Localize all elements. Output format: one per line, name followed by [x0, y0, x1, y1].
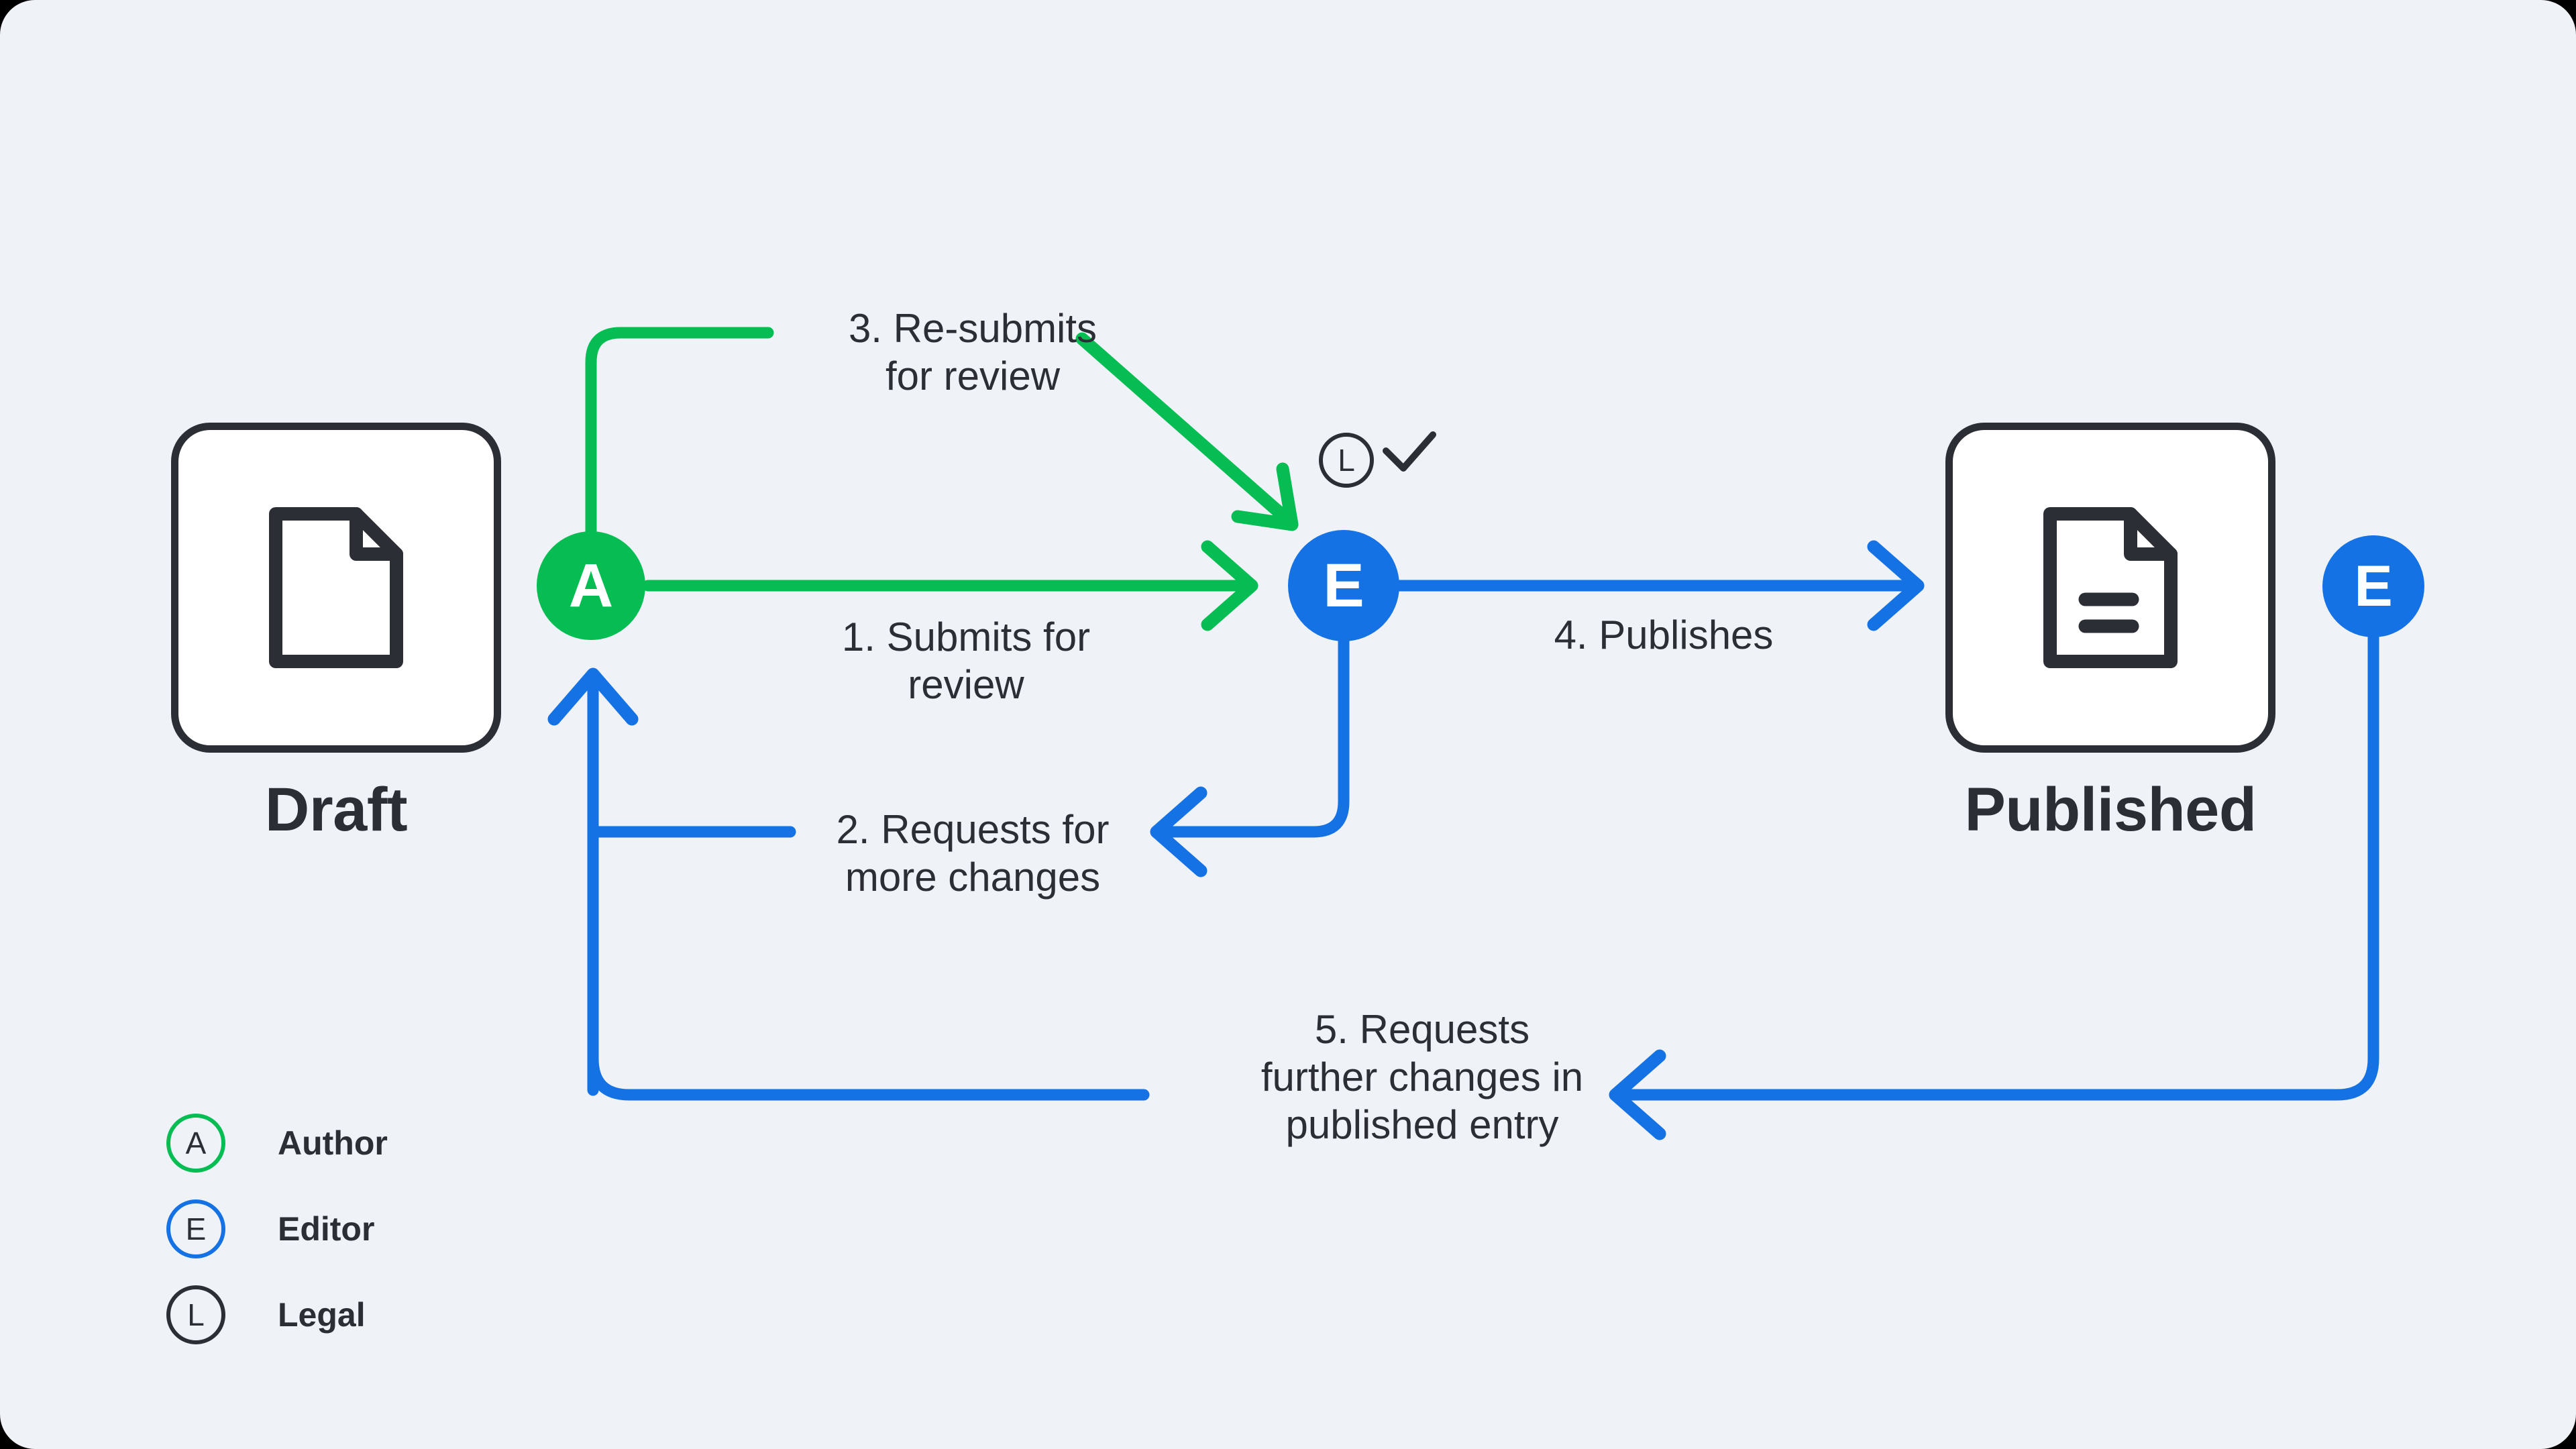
legend: A Author E Editor L Legal: [166, 1100, 388, 1358]
legend-chip-legal: L: [166, 1285, 225, 1344]
edge-label-2: 2. Requests for more changes: [836, 807, 1110, 900]
state-title-published: Published: [1964, 775, 2257, 844]
check-icon: [1383, 431, 1436, 472]
edge-label-4: 4. Publishes: [1554, 612, 1774, 657]
edge-1-submits-for-review: [642, 540, 1258, 631]
document-blank-icon: [269, 507, 403, 668]
diagram-canvas: Draft Published A E E L 1. Submits for r…: [0, 0, 2576, 1449]
legal-badge[interactable]: L: [1319, 433, 1374, 488]
legend-item-author: A Author: [166, 1100, 388, 1186]
legend-label-legal: Legal: [278, 1296, 366, 1334]
state-card-published[interactable]: [1945, 423, 2275, 753]
node-author[interactable]: A: [537, 531, 645, 640]
state-card-draft[interactable]: [171, 423, 501, 753]
legend-label-editor: Editor: [278, 1210, 375, 1248]
legend-chip-editor: E: [166, 1199, 225, 1258]
state-title-draft: Draft: [264, 775, 408, 844]
edge-label-3: 3. Re-submits for review: [848, 306, 1097, 398]
edge-label-1: 1. Submits for review: [841, 614, 1091, 707]
legend-item-legal: L Legal: [166, 1272, 388, 1358]
legend-label-author: Author: [278, 1124, 388, 1162]
document-lines-icon: [2043, 507, 2178, 668]
legend-item-editor: E Editor: [166, 1186, 388, 1272]
edge-label-5: 5. Requests further changes in published…: [1260, 1007, 1584, 1147]
node-editor-published[interactable]: E: [2322, 535, 2424, 637]
edge-return-trunk-to-author: [547, 667, 639, 1096]
legend-chip-author: A: [166, 1114, 225, 1173]
